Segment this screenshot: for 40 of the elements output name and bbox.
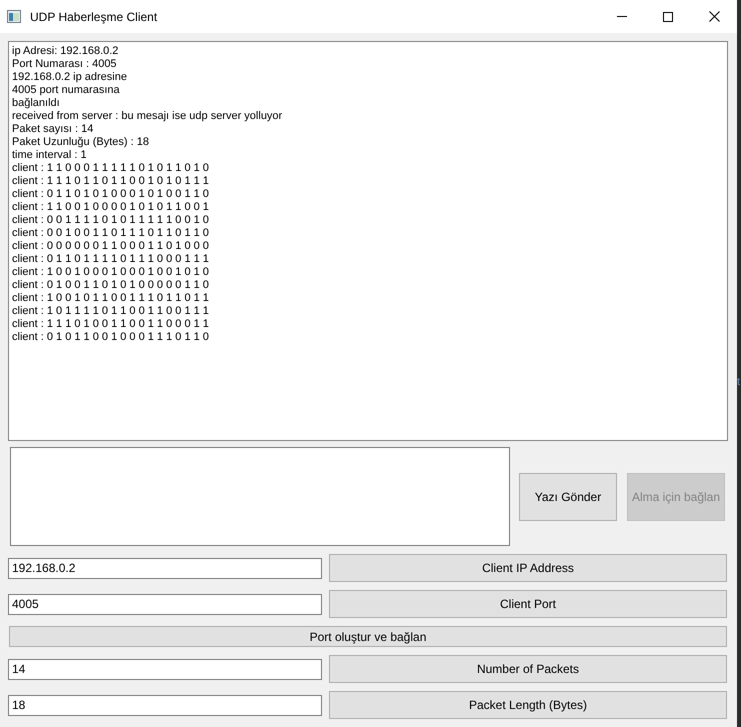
log-line: client : 0 0 0 0 0 0 1 1 0 0 0 1 1 0 1 0 0 0 <box>12 240 209 253</box>
log-line: client : 0 1 1 0 1 1 1 1 0 1 1 1 0 0 0 1 1 1 <box>12 253 209 266</box>
log-line: client : 1 1 1 0 1 0 0 1 1 0 0 1 1 0 0 0 1 1 <box>12 318 209 331</box>
log-line: 192.168.0.2 ip adresine <box>12 71 127 84</box>
background-text: t <box>737 376 740 389</box>
log-line: received from server : bu mesajı ise udp server yolluyor <box>12 110 282 123</box>
log-line: client : 0 1 0 1 1 0 0 1 0 0 0 1 1 1 0 1 1 0 <box>12 331 209 344</box>
log-line: client : 1 1 1 0 1 1 0 1 1 0 0 1 0 1 0 1 1 1 <box>12 175 209 188</box>
log-line: client : 1 0 1 1 1 1 0 1 1 0 0 1 1 0 0 1 1 1 <box>12 305 209 318</box>
log-line: bağlanıldı <box>12 97 60 110</box>
message-input[interactable] <box>10 447 510 546</box>
log-line: ip Adresi: 192.168.0.2 <box>12 45 118 58</box>
log-line: client : 0 0 1 1 1 1 0 1 0 1 1 1 1 1 0 0 1 0 <box>12 214 209 227</box>
close-icon <box>708 11 720 22</box>
log-line: 4005 port numarasına <box>12 84 120 97</box>
log-line: client : 0 1 0 0 1 1 0 1 0 1 0 0 0 0 0 1 1 0 <box>12 279 209 292</box>
setting-button[interactable]: Client Port <box>329 590 727 618</box>
text-field[interactable]: 192.168.0.2 <box>8 558 322 578</box>
log-line: client : 1 0 0 1 0 0 0 1 0 0 0 1 0 0 1 0 1 0 <box>12 266 209 279</box>
log-line: client : 1 1 0 0 0 1 1 1 1 1 0 1 0 1 1 0 1 0 <box>12 162 209 175</box>
log-line: time interval : 1 <box>12 149 87 162</box>
log-line: client : 0 0 1 0 0 1 1 0 1 1 1 0 1 1 0 1 1 0 <box>12 227 209 240</box>
minimize-icon <box>617 16 627 17</box>
text-field[interactable]: 14 <box>8 658 322 680</box>
connect-port-button[interactable]: Port oluştur ve bağlan <box>9 626 727 647</box>
setting-button[interactable]: Packet Length (Bytes) <box>329 691 727 719</box>
log-line: Port Numarası : 4005 <box>12 58 117 71</box>
log-line: client : 1 0 0 1 0 1 1 0 0 1 1 1 0 1 1 0 1 1 <box>12 292 209 305</box>
window-app-icon <box>7 10 21 23</box>
log-line: Paket Uzunluğu (Bytes) : 18 <box>12 136 149 149</box>
text-field[interactable]: 18 <box>8 694 322 716</box>
send-text-button[interactable]: Yazı Gönder <box>519 472 617 520</box>
window-title: UDP Haberleşme Client <box>30 8 158 26</box>
setting-button[interactable]: Number of Packets <box>329 655 727 683</box>
log-line: client : 0 1 1 0 1 0 1 0 0 0 1 0 1 0 0 1 1 0 <box>12 188 209 201</box>
log-line: Paket sayısı : 14 <box>12 123 94 136</box>
log-line: client : 1 1 0 0 1 0 0 0 0 1 0 1 0 1 1 0 0 1 <box>12 201 209 214</box>
setting-button[interactable]: Client IP Address <box>329 554 727 582</box>
maximize-icon <box>663 12 673 22</box>
text-field[interactable]: 4005 <box>8 594 322 614</box>
